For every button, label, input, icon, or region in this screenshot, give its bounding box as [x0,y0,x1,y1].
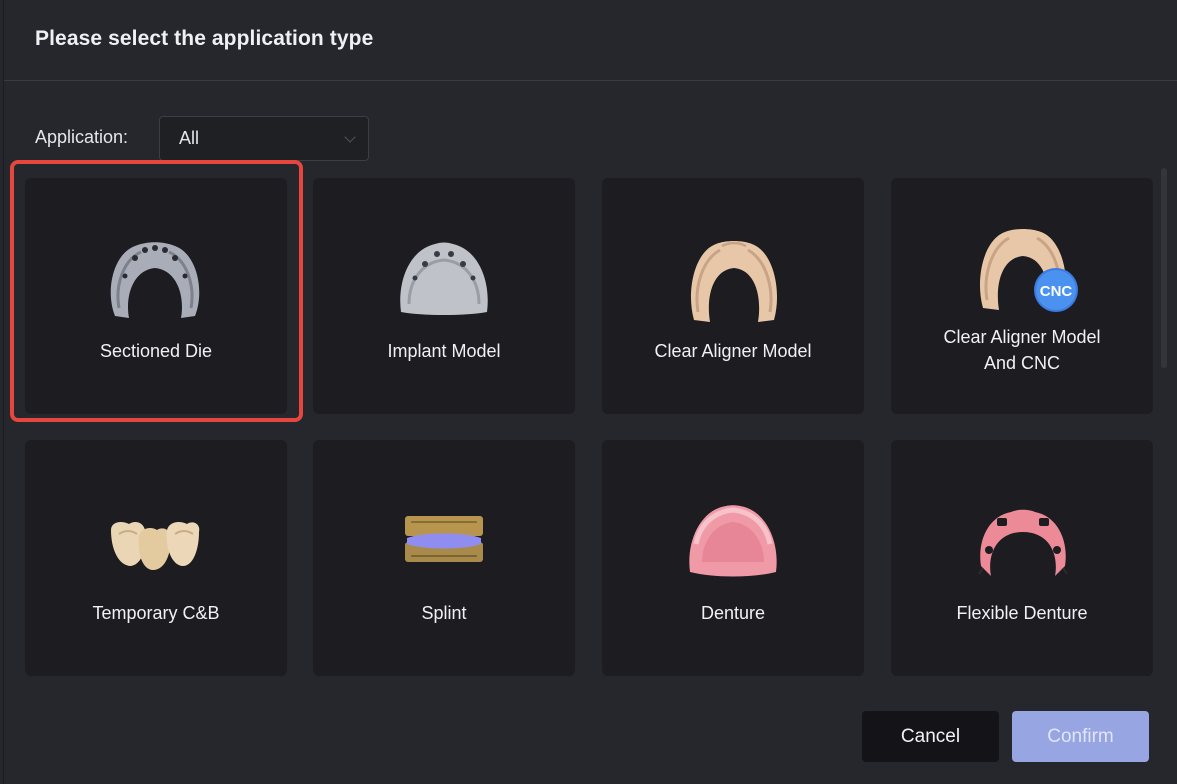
sectioned-die-icon [110,242,200,318]
card-denture[interactable]: Denture [602,440,864,676]
application-type-dialog: Please select the application type Appli… [3,0,1177,784]
clear-aligner-model-icon [690,241,778,322]
card-splint[interactable]: Splint [313,440,575,676]
scrollbar[interactable] [1161,168,1167,368]
denture-icon [689,505,777,577]
confirm-button[interactable]: Confirm [1012,711,1149,762]
chevron-down-icon [344,131,356,143]
card-implant-model[interactable]: Implant Model [313,178,575,414]
card-label: Splint [421,603,467,623]
card-label: Sectioned Die [99,341,213,361]
application-filter-select[interactable]: All [159,116,369,161]
card-label: Temporary C&B [92,603,220,623]
card-label: Clear Aligner Model And CNC [891,324,1153,376]
clear-aligner-cnc-icon: CNC [979,229,1078,312]
implant-model-icon [400,242,488,315]
card-clear-aligner-model-cnc[interactable]: CNC Clear Aligner Model And CNC [891,178,1153,414]
dialog-header: Please select the application type [4,0,1177,81]
temporary-crown-bridge-icon [111,522,200,570]
card-label: Denture [700,603,766,623]
card-label: Flexible Denture [956,603,1088,623]
application-filter-label: Application: [35,127,129,147]
splint-icon [405,516,483,562]
cancel-button[interactable]: Cancel [862,711,999,762]
card-clear-aligner-model[interactable]: Clear Aligner Model [602,178,864,414]
card-flexible-denture[interactable]: Flexible Denture [891,440,1153,676]
card-label-line1: Clear Aligner Model [943,327,1101,347]
dialog-title: Please select the application type [35,27,374,50]
card-sectioned-die[interactable]: Sectioned Die [25,178,287,414]
cnc-badge: CNC [1040,283,1073,300]
card-temporary-crown-bridge[interactable]: Temporary C&B [25,440,287,676]
card-label-line2: And CNC [983,353,1061,373]
card-label: Implant Model [387,341,501,361]
application-filter-value: All [179,128,200,148]
flexible-denture-icon [978,509,1068,576]
card-label: Clear Aligner Model [654,341,812,361]
